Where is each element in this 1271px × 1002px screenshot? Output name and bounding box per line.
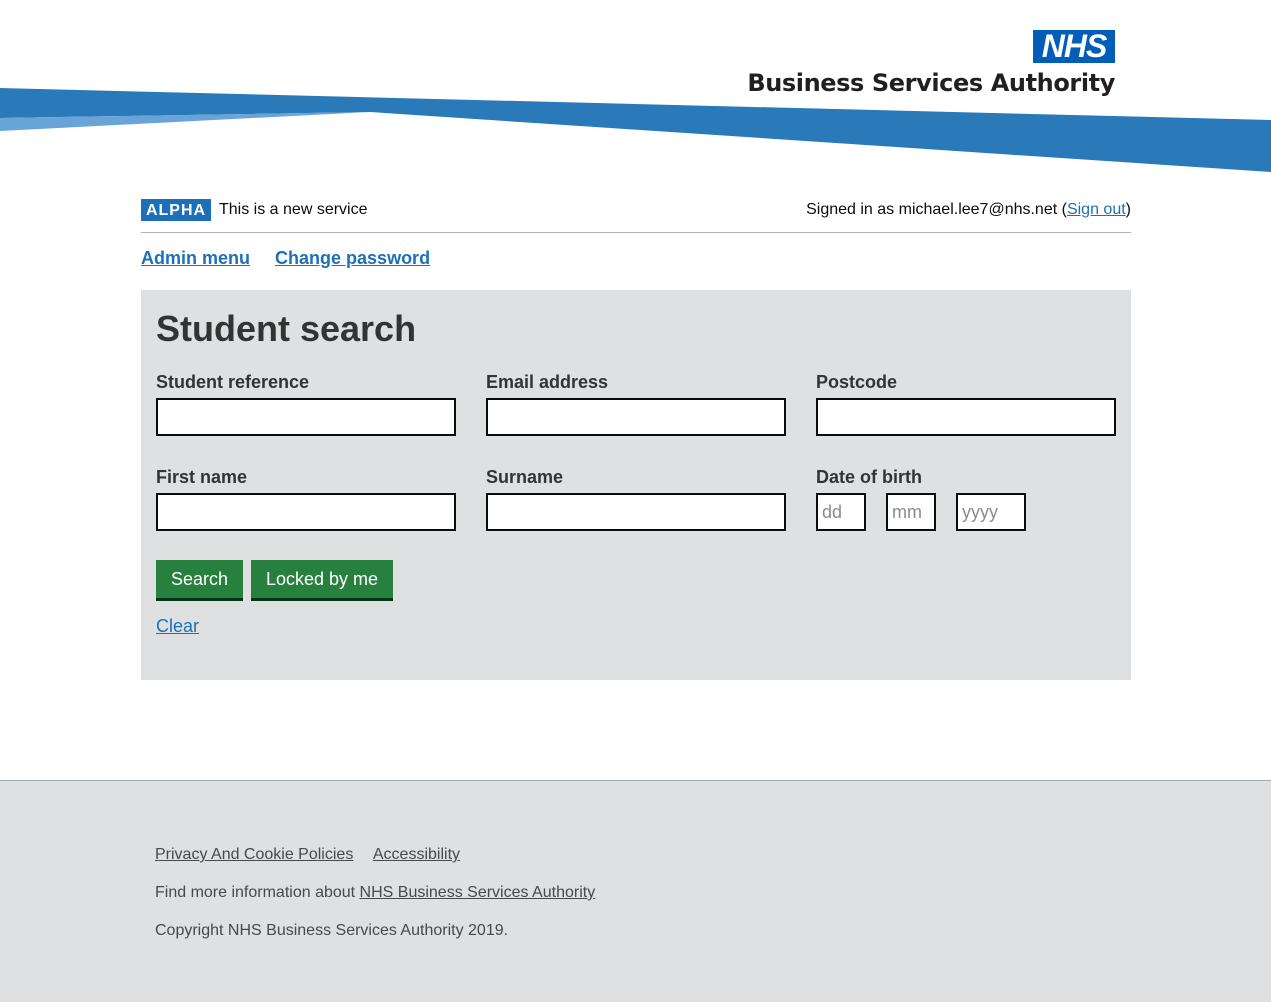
dob-month-input[interactable] (886, 493, 936, 531)
surname-label: Surname (486, 467, 564, 487)
first-name-input[interactable] (156, 493, 456, 531)
student-reference-input[interactable] (156, 398, 456, 436)
sign-out-link[interactable]: Sign out (1067, 201, 1126, 218)
dob-day-input[interactable] (816, 493, 866, 531)
dob-year-input[interactable] (956, 493, 1026, 531)
first-name-label: First name (156, 467, 248, 487)
phase-tag: ALPHA (141, 199, 211, 221)
postcode-group: Postcode (816, 372, 1116, 436)
student-search-panel: Student search Student reference Email a… (141, 290, 1131, 680)
signed-in-prefix: Signed in as michael.lee7@nhs.net ( (806, 201, 1067, 218)
email-address-group: Email address (486, 372, 786, 436)
page-title: Student search (156, 308, 417, 349)
copyright: Copyright NHS Business Services Authorit… (155, 922, 509, 939)
date-of-birth-group: Date of birth (816, 467, 1116, 531)
surname-group: Surname (486, 467, 786, 531)
admin-nav: Admin menu Change password (141, 248, 450, 269)
more-info-text: Find more information about (155, 884, 360, 901)
postcode-input[interactable] (816, 398, 1116, 436)
site-footer: Privacy And Cookie Policies Accessibilit… (0, 780, 1271, 1002)
signed-in-status: Signed in as michael.lee7@nhs.net (Sign … (806, 201, 1131, 219)
student-reference-group: Student reference (156, 372, 456, 436)
postcode-label: Postcode (816, 372, 898, 392)
phase-text: This is a new service (219, 201, 368, 218)
site-header: NHS Business Services Authority (0, 0, 1271, 180)
surname-input[interactable] (486, 493, 786, 531)
footer-links: Privacy And Cookie Policies Accessibilit… (155, 846, 476, 864)
student-reference-label: Student reference (156, 372, 310, 392)
signed-in-suffix: ) (1125, 201, 1131, 218)
first-name-group: First name (156, 467, 456, 531)
locked-by-me-button[interactable]: Locked by me (251, 560, 394, 598)
date-of-birth-inputs (816, 493, 1116, 531)
change-password-link[interactable]: Change password (275, 248, 430, 268)
footer-more-info: Find more information about NHS Business… (155, 884, 595, 902)
email-address-input[interactable] (486, 398, 786, 436)
org-name: Business Services Authority (747, 69, 1115, 97)
nhs-logo[interactable]: NHS (1033, 30, 1115, 63)
email-address-label: Email address (486, 372, 609, 392)
accessibility-link[interactable]: Accessibility (373, 846, 460, 863)
privacy-link[interactable]: Privacy And Cookie Policies (155, 846, 353, 863)
clear-link[interactable]: Clear (156, 616, 199, 637)
date-of-birth-label: Date of birth (816, 467, 922, 487)
admin-menu-link[interactable]: Admin menu (141, 248, 250, 268)
nhsbsa-link[interactable]: NHS Business Services Authority (360, 884, 596, 901)
search-button[interactable]: Search (156, 560, 244, 598)
phase-banner: ALPHA This is a new service Signed in as… (141, 199, 1131, 233)
